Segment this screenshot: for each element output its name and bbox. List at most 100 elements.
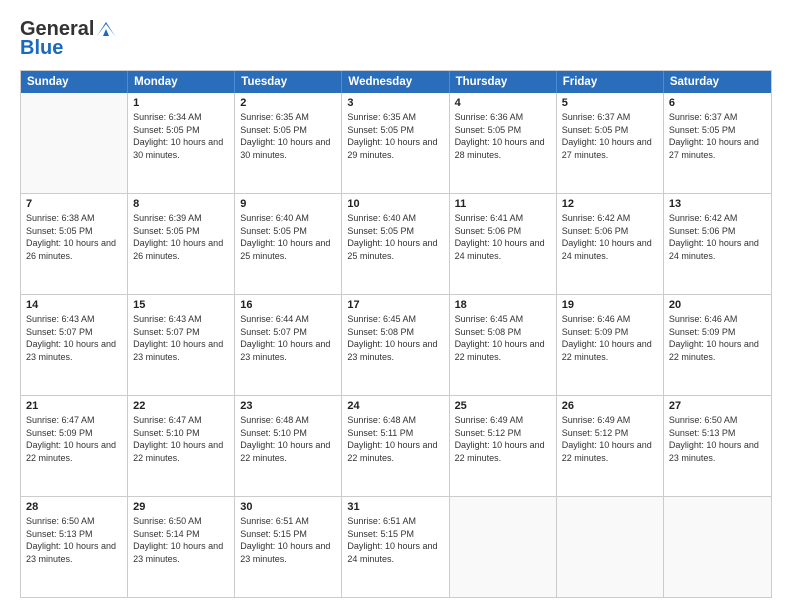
- daylight-text: Daylight: 10 hours and 29 minutes.: [347, 136, 443, 161]
- day-number: 15: [133, 299, 229, 311]
- calendar-cell: 24Sunrise: 6:48 AMSunset: 5:11 PMDayligh…: [342, 396, 449, 496]
- day-number: 10: [347, 198, 443, 210]
- sunrise-text: Sunrise: 6:45 AM: [455, 313, 551, 326]
- sunset-text: Sunset: 5:15 PM: [240, 528, 336, 541]
- calendar-cell: 10Sunrise: 6:40 AMSunset: 5:05 PMDayligh…: [342, 194, 449, 294]
- calendar-cell: [557, 497, 664, 597]
- sunset-text: Sunset: 5:12 PM: [455, 427, 551, 440]
- logo-icon: [95, 20, 117, 38]
- sunrise-text: Sunrise: 6:38 AM: [26, 212, 122, 225]
- sunset-text: Sunset: 5:06 PM: [562, 225, 658, 238]
- calendar-cell: 28Sunrise: 6:50 AMSunset: 5:13 PMDayligh…: [21, 497, 128, 597]
- calendar-cell: 27Sunrise: 6:50 AMSunset: 5:13 PMDayligh…: [664, 396, 771, 496]
- daylight-text: Daylight: 10 hours and 25 minutes.: [240, 237, 336, 262]
- calendar-cell: 17Sunrise: 6:45 AMSunset: 5:08 PMDayligh…: [342, 295, 449, 395]
- sunset-text: Sunset: 5:08 PM: [455, 326, 551, 339]
- daylight-text: Daylight: 10 hours and 22 minutes.: [669, 338, 766, 363]
- calendar-row-2: 7Sunrise: 6:38 AMSunset: 5:05 PMDaylight…: [21, 193, 771, 294]
- day-number: 26: [562, 400, 658, 412]
- calendar-header: SundayMondayTuesdayWednesdayThursdayFrid…: [21, 71, 771, 93]
- daylight-text: Daylight: 10 hours and 22 minutes.: [347, 439, 443, 464]
- sunrise-text: Sunrise: 6:51 AM: [347, 515, 443, 528]
- calendar: SundayMondayTuesdayWednesdayThursdayFrid…: [20, 70, 772, 598]
- daylight-text: Daylight: 10 hours and 24 minutes.: [455, 237, 551, 262]
- sunset-text: Sunset: 5:07 PM: [133, 326, 229, 339]
- sunrise-text: Sunrise: 6:40 AM: [240, 212, 336, 225]
- daylight-text: Daylight: 10 hours and 22 minutes.: [562, 338, 658, 363]
- sunrise-text: Sunrise: 6:49 AM: [455, 414, 551, 427]
- daylight-text: Daylight: 10 hours and 23 minutes.: [133, 338, 229, 363]
- sunset-text: Sunset: 5:05 PM: [669, 124, 766, 137]
- daylight-text: Daylight: 10 hours and 23 minutes.: [240, 540, 336, 565]
- daylight-text: Daylight: 10 hours and 26 minutes.: [26, 237, 122, 262]
- daylight-text: Daylight: 10 hours and 23 minutes.: [26, 540, 122, 565]
- sunset-text: Sunset: 5:05 PM: [240, 124, 336, 137]
- day-number: 20: [669, 299, 766, 311]
- calendar-cell: [450, 497, 557, 597]
- logo: General Blue: [20, 18, 117, 60]
- page: General Blue SundayMondayTuesdayWednesda…: [0, 0, 792, 612]
- calendar-cell: 30Sunrise: 6:51 AMSunset: 5:15 PMDayligh…: [235, 497, 342, 597]
- sunrise-text: Sunrise: 6:40 AM: [347, 212, 443, 225]
- calendar-cell: 26Sunrise: 6:49 AMSunset: 5:12 PMDayligh…: [557, 396, 664, 496]
- calendar-cell: 3Sunrise: 6:35 AMSunset: 5:05 PMDaylight…: [342, 93, 449, 193]
- day-number: 21: [26, 400, 122, 412]
- sunrise-text: Sunrise: 6:46 AM: [562, 313, 658, 326]
- sunset-text: Sunset: 5:05 PM: [133, 124, 229, 137]
- day-number: 23: [240, 400, 336, 412]
- calendar-cell: [21, 93, 128, 193]
- day-number: 31: [347, 501, 443, 513]
- day-number: 25: [455, 400, 551, 412]
- sunset-text: Sunset: 5:11 PM: [347, 427, 443, 440]
- daylight-text: Daylight: 10 hours and 26 minutes.: [133, 237, 229, 262]
- calendar-cell: 4Sunrise: 6:36 AMSunset: 5:05 PMDaylight…: [450, 93, 557, 193]
- day-number: 28: [26, 501, 122, 513]
- sunrise-text: Sunrise: 6:35 AM: [347, 111, 443, 124]
- sunrise-text: Sunrise: 6:50 AM: [133, 515, 229, 528]
- calendar-cell: 21Sunrise: 6:47 AMSunset: 5:09 PMDayligh…: [21, 396, 128, 496]
- day-number: 17: [347, 299, 443, 311]
- sunrise-text: Sunrise: 6:50 AM: [26, 515, 122, 528]
- daylight-text: Daylight: 10 hours and 22 minutes.: [562, 439, 658, 464]
- calendar-cell: 14Sunrise: 6:43 AMSunset: 5:07 PMDayligh…: [21, 295, 128, 395]
- sunrise-text: Sunrise: 6:39 AM: [133, 212, 229, 225]
- sunset-text: Sunset: 5:09 PM: [26, 427, 122, 440]
- daylight-text: Daylight: 10 hours and 23 minutes.: [240, 338, 336, 363]
- calendar-row-5: 28Sunrise: 6:50 AMSunset: 5:13 PMDayligh…: [21, 496, 771, 597]
- day-header-sunday: Sunday: [21, 71, 128, 93]
- daylight-text: Daylight: 10 hours and 23 minutes.: [669, 439, 766, 464]
- daylight-text: Daylight: 10 hours and 27 minutes.: [669, 136, 766, 161]
- day-header-thursday: Thursday: [450, 71, 557, 93]
- sunset-text: Sunset: 5:07 PM: [240, 326, 336, 339]
- sunset-text: Sunset: 5:06 PM: [455, 225, 551, 238]
- daylight-text: Daylight: 10 hours and 22 minutes.: [240, 439, 336, 464]
- day-number: 13: [669, 198, 766, 210]
- day-number: 22: [133, 400, 229, 412]
- sunrise-text: Sunrise: 6:51 AM: [240, 515, 336, 528]
- calendar-cell: 7Sunrise: 6:38 AMSunset: 5:05 PMDaylight…: [21, 194, 128, 294]
- calendar-body: 1Sunrise: 6:34 AMSunset: 5:05 PMDaylight…: [21, 93, 771, 597]
- calendar-cell: 2Sunrise: 6:35 AMSunset: 5:05 PMDaylight…: [235, 93, 342, 193]
- calendar-cell: 13Sunrise: 6:42 AMSunset: 5:06 PMDayligh…: [664, 194, 771, 294]
- sunrise-text: Sunrise: 6:42 AM: [669, 212, 766, 225]
- sunset-text: Sunset: 5:09 PM: [669, 326, 766, 339]
- sunset-text: Sunset: 5:05 PM: [347, 225, 443, 238]
- day-header-wednesday: Wednesday: [342, 71, 449, 93]
- day-number: 8: [133, 198, 229, 210]
- sunset-text: Sunset: 5:14 PM: [133, 528, 229, 541]
- sunset-text: Sunset: 5:07 PM: [26, 326, 122, 339]
- calendar-cell: 18Sunrise: 6:45 AMSunset: 5:08 PMDayligh…: [450, 295, 557, 395]
- day-header-monday: Monday: [128, 71, 235, 93]
- day-number: 1: [133, 97, 229, 109]
- calendar-cell: 1Sunrise: 6:34 AMSunset: 5:05 PMDaylight…: [128, 93, 235, 193]
- sunset-text: Sunset: 5:10 PM: [133, 427, 229, 440]
- calendar-cell: 19Sunrise: 6:46 AMSunset: 5:09 PMDayligh…: [557, 295, 664, 395]
- day-number: 19: [562, 299, 658, 311]
- sunrise-text: Sunrise: 6:35 AM: [240, 111, 336, 124]
- calendar-row-3: 14Sunrise: 6:43 AMSunset: 5:07 PMDayligh…: [21, 294, 771, 395]
- sunrise-text: Sunrise: 6:47 AM: [133, 414, 229, 427]
- calendar-cell: 23Sunrise: 6:48 AMSunset: 5:10 PMDayligh…: [235, 396, 342, 496]
- calendar-cell: 15Sunrise: 6:43 AMSunset: 5:07 PMDayligh…: [128, 295, 235, 395]
- sunset-text: Sunset: 5:05 PM: [133, 225, 229, 238]
- daylight-text: Daylight: 10 hours and 23 minutes.: [133, 540, 229, 565]
